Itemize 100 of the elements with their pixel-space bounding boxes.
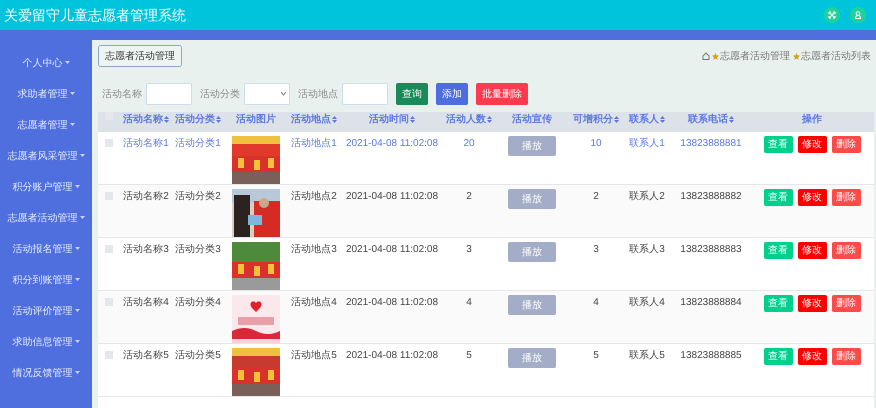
play-button[interactable]: 播放 [508,189,556,209]
column-header[interactable]: 活动名称 [120,112,172,127]
view-button[interactable]: 查看 [764,189,792,206]
table-cell-text: 3 [465,243,473,257]
input-field[interactable] [146,83,192,105]
view-button[interactable]: 查看 [764,136,792,153]
checkbox[interactable] [105,139,113,147]
column-header[interactable]: 活动时间 [340,112,444,127]
table-cell-text: 联系人4 [628,296,666,310]
page-tab[interactable]: 志愿者活动管理 [98,45,182,67]
table-cell-text: 2 [465,190,473,204]
sidebar-item[interactable]: 志愿者风采管理 [8,147,84,165]
table-cell-text: 2 [592,190,600,204]
play-button[interactable]: 播放 [508,348,556,368]
table-cell-text: 4 [592,296,600,310]
table-cell-text: 活动名称5 [122,349,170,363]
delete-button[interactable]: 删除 [832,136,860,153]
sidebar-item[interactable]: 积分到账管理 [12,271,80,289]
table-cell-text: 联系人2 [628,190,666,204]
delete-button[interactable]: 批量删除 [476,83,528,105]
table-cell-text: 活动名称2 [122,190,170,204]
column-header[interactable]: 联系电话 [672,112,750,127]
caret-icon [80,216,84,220]
caret-icon [74,247,80,251]
edit-button[interactable]: 修改 [798,189,826,206]
table-cell-text: 活动名称1 [122,137,170,151]
column-header[interactable]: 活动分类 [172,112,224,127]
caret-icon [80,154,84,158]
sidebar-item[interactable]: 求助信息管理 [12,333,80,351]
table-cell-text: 活动地点4 [290,296,338,310]
table-cell-text: 4 [465,296,473,310]
column-header[interactable]: 联系人 [622,112,672,127]
sidebar-item[interactable]: 情况反馈管理 [12,364,80,382]
table-cell-text: 3 [592,243,600,257]
table-cell-text: 2021-04-08 11:02:08 [344,349,440,363]
user-button[interactable] [850,7,866,23]
column-header[interactable]: 可增积分 [570,112,622,127]
table-cell-text: 活动名称3 [122,243,170,257]
table-cell-text: 联系人3 [628,242,666,257]
edit-button[interactable]: 修改 [798,348,826,365]
select-field[interactable] [244,83,290,105]
sidebar-item[interactable]: 个人中心 [22,54,70,72]
edit-button[interactable]: 修改 [798,242,826,259]
table-cell-text: 活动名称4 [122,296,170,310]
search-button[interactable]: 查询 [396,83,428,105]
breadcrumb-item[interactable]: 志愿者活动管理 [720,48,790,64]
column-header[interactable]: 活动人数 [444,112,494,127]
caret-icon [74,371,80,375]
fullscreen-button[interactable] [824,7,840,23]
sort-icon [660,116,665,123]
column-header: 活动图片 [235,112,277,127]
table-cell-text: 13823888881 [679,137,743,151]
sidebar-item[interactable]: 求助者管理 [18,85,74,103]
table-cell-text: 13823888883 [679,243,743,257]
view-button[interactable]: 查看 [764,242,792,259]
sidebar-item[interactable]: 志愿者管理 [18,116,74,134]
delete-button[interactable]: 删除 [832,189,860,206]
checkbox[interactable] [105,245,113,253]
play-button[interactable]: 播放 [508,136,556,156]
input-field[interactable] [342,83,388,105]
field-label: 活动分类 [200,88,240,102]
table-cell-text: 20 [462,137,476,151]
table-cell-text: 2021-04-08 11:02:08 [344,137,440,151]
sidebar-item[interactable]: 积分账户管理 [12,178,80,196]
table-cell-text: 5 [592,349,600,363]
edit-button[interactable]: 修改 [798,295,826,312]
checkbox[interactable] [105,351,113,359]
sort-icon [332,116,337,123]
play-button[interactable]: 播放 [508,295,556,315]
table-cell-text: 活动分类1 [174,136,222,151]
breadcrumb-item[interactable]: 志愿者活动列表 [801,48,871,64]
sidebar-item[interactable]: 志愿者活动管理 [8,209,84,227]
sort-icon [487,116,492,123]
table-cell-text: 活动分类2 [174,190,222,204]
sort-icon [164,116,169,123]
table-cell-text: 联系人5 [628,348,666,363]
sort-icon [614,116,619,123]
column-header: 活动宣传 [511,112,553,127]
view-button[interactable]: 查看 [764,295,792,312]
table-cell-text: 活动地点3 [290,242,338,257]
column-header[interactable]: 活动地点 [288,112,340,127]
table-cell-text: 活动分类3 [174,242,222,257]
user-icon [854,11,862,19]
table-cell-text: 2021-04-08 11:02:08 [344,296,440,310]
delete-button[interactable]: 删除 [832,242,860,259]
caret-icon [70,123,74,127]
add-button[interactable]: 添加 [436,83,468,105]
view-button[interactable]: 查看 [764,348,792,365]
play-button[interactable]: 播放 [508,242,556,262]
caret-icon [74,309,80,313]
sidebar-item[interactable]: 活动评价管理 [12,302,80,320]
table-cell-text: 2021-04-08 11:02:08 [344,190,440,204]
caret-icon [74,185,80,189]
delete-button[interactable]: 删除 [832,295,860,312]
table-cell-text: 活动分类5 [174,348,222,363]
sort-icon [729,116,734,123]
app-title: 关爱留守儿童志愿者管理系统 [4,6,186,24]
delete-button[interactable]: 删除 [832,348,860,365]
edit-button[interactable]: 修改 [798,136,826,153]
sidebar-item[interactable]: 活动报名管理 [12,240,80,258]
